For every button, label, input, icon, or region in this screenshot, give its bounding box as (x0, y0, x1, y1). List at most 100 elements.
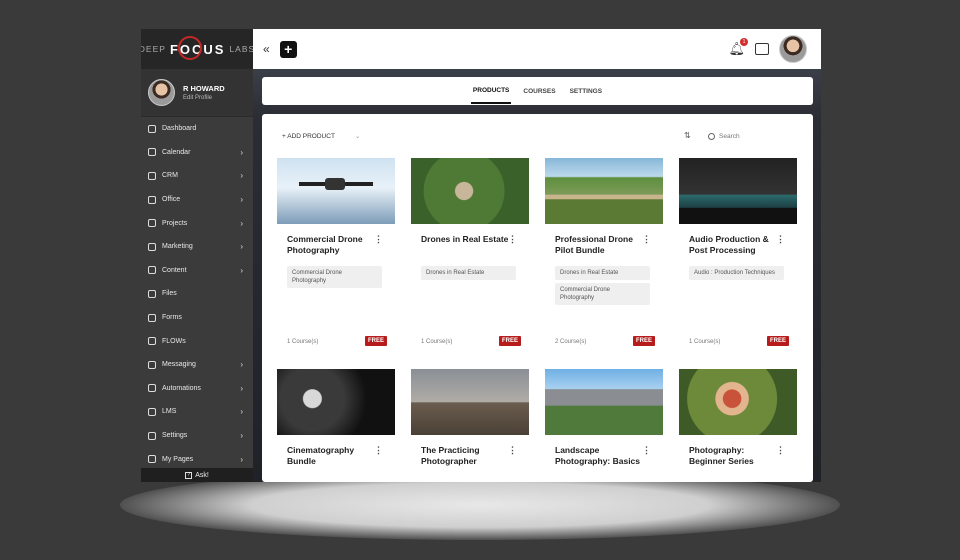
product-card[interactable]: The Practicing Photographer ⋮ (411, 369, 529, 482)
more-options-icon[interactable]: ⋮ (642, 234, 651, 245)
chevron-right-icon: › (240, 383, 243, 393)
sidebar-item-dashboard[interactable]: Dashboard (141, 117, 253, 141)
product-card[interactable]: Photography: Beginner Series ⋮ (679, 369, 797, 482)
collapse-sidebar-button[interactable]: « (263, 42, 270, 56)
marketing-icon (148, 242, 156, 251)
course-tag: Audio : Production Techniques (689, 266, 784, 280)
forms-icon (148, 313, 156, 322)
tab-products[interactable]: PRODUCTS (470, 79, 512, 104)
topbar-actions: 🔔︎ 1 (728, 35, 807, 63)
product-title[interactable]: Cinematography Bundle (287, 445, 375, 467)
sidebar-item-calendar[interactable]: Calendar › (141, 141, 253, 165)
sidebar-item-automations[interactable]: Automations › (141, 377, 253, 401)
sidebar-item-content[interactable]: Content › (141, 259, 253, 283)
sidebar-item-flows[interactable]: FLOWs (141, 329, 253, 353)
product-thumbnail[interactable] (411, 369, 529, 435)
focus-ring-icon (177, 35, 202, 60)
sidebar-item-files[interactable]: Files (141, 282, 253, 306)
search-icon (708, 132, 715, 140)
brand-deep: DEEP (141, 44, 166, 54)
tab-settings[interactable]: SETTINGS (568, 80, 605, 103)
sidebar-nav: Dashboard Calendar › CRM › Office › Project… (141, 117, 253, 471)
top-avatar[interactable] (779, 35, 807, 63)
product-thumbnail[interactable] (545, 369, 663, 435)
search-input[interactable] (719, 132, 789, 140)
product-title[interactable]: Audio Production & Post Processing (689, 234, 777, 256)
product-title[interactable]: Professional Drone Pilot Bundle (555, 234, 643, 256)
chevron-right-icon: › (240, 407, 243, 417)
chevron-right-icon: › (240, 360, 243, 370)
product-card[interactable]: Drones in Real Estate ⋮ Drones in Real E… (411, 158, 529, 358)
sidebar-item-office[interactable]: Office › (141, 188, 253, 212)
more-options-icon[interactable]: ⋮ (374, 445, 383, 456)
search-box (708, 128, 798, 144)
price-badge: FREE (766, 336, 789, 346)
chat-icon[interactable] (755, 43, 769, 55)
product-card[interactable]: Professional Drone Pilot Bundle ⋮ Drones… (545, 158, 663, 358)
add-product-button[interactable]: + ADD PRODUCT ⌄ (282, 132, 360, 140)
more-options-icon[interactable]: ⋮ (508, 234, 517, 245)
course-count: 1 Course(s) (421, 339, 453, 345)
course-tag: Drones in Real Estate (421, 266, 516, 280)
notification-badge: 1 (740, 38, 748, 46)
ask-button[interactable]: ? Ask! (141, 468, 253, 482)
more-options-icon[interactable]: ⋮ (776, 445, 785, 456)
brand-labs: LABS (229, 44, 256, 54)
sidebar-item-crm[interactable]: CRM › (141, 164, 253, 188)
more-options-icon[interactable]: ⋮ (508, 445, 517, 456)
product-thumbnail[interactable] (545, 158, 663, 224)
product-title[interactable]: Landscape Photography: Basics (555, 445, 643, 467)
lms-icon (148, 407, 156, 416)
product-title[interactable]: Drones in Real Estate (421, 234, 509, 245)
sidebar-item-messaging[interactable]: Messaging › (141, 353, 253, 377)
more-options-icon[interactable]: ⋮ (776, 234, 785, 245)
course-tag: Commercial Drone Photography (555, 283, 650, 305)
brand-logo[interactable]: DEEP FOCUS LABS (141, 29, 256, 69)
course-tag: Commercial Drone Photography (287, 266, 382, 288)
user-profile[interactable]: R HOWARD Edit Profile (141, 69, 253, 117)
product-card[interactable]: Landscape Photography: Basics ⋮ (545, 369, 663, 482)
sidebar-item-marketing[interactable]: Marketing › (141, 235, 253, 259)
projects-icon (148, 219, 156, 228)
automations-icon (148, 384, 156, 393)
tab-courses[interactable]: COURSES (521, 80, 557, 103)
avatar[interactable] (148, 79, 175, 106)
tab-bar: PRODUCTS COURSES SETTINGS (262, 77, 813, 105)
edit-profile-link[interactable]: Edit Profile (183, 95, 225, 101)
course-count: 2 Course(s) (555, 339, 587, 345)
top-bar: « + 🔔︎ 1 (253, 29, 821, 69)
product-thumbnail[interactable] (277, 158, 395, 224)
files-icon (148, 289, 156, 298)
product-card[interactable]: Commercial Drone Photography ⋮ Commercia… (277, 158, 395, 358)
chevron-right-icon: › (240, 454, 243, 464)
chevron-right-icon: › (240, 218, 243, 228)
pages-icon (148, 455, 156, 464)
sidebar-item-projects[interactable]: Projects › (141, 211, 253, 235)
product-card[interactable]: Cinematography Bundle ⋮ (277, 369, 395, 482)
sort-icon[interactable]: ⇅ (684, 131, 691, 140)
sidebar-item-lms[interactable]: LMS › (141, 400, 253, 424)
add-new-button[interactable]: + (279, 40, 297, 58)
product-thumbnail[interactable] (679, 369, 797, 435)
product-card[interactable]: Audio Production & Post Processing ⋮ Aud… (679, 158, 797, 358)
product-title[interactable]: Photography: Beginner Series (689, 445, 777, 467)
product-thumbnail[interactable] (277, 369, 395, 435)
course-count: 1 Course(s) (287, 339, 319, 345)
sidebar-item-settings[interactable]: Settings › (141, 424, 253, 448)
more-options-icon[interactable]: ⋮ (374, 234, 383, 245)
product-thumbnail[interactable] (411, 158, 529, 224)
more-options-icon[interactable]: ⋮ (642, 445, 651, 456)
app-window: DEEP FOCUS LABS R HOWARD Edit Profile Da… (141, 29, 821, 482)
sidebar-item-forms[interactable]: Forms (141, 306, 253, 330)
question-icon: ? (185, 471, 193, 479)
notifications-button[interactable]: 🔔︎ 1 (728, 38, 748, 57)
messaging-icon (148, 360, 156, 369)
chevron-right-icon: › (240, 147, 243, 157)
chevron-down-icon: ⌄ (354, 133, 361, 140)
product-title[interactable]: The Practicing Photographer (421, 445, 509, 467)
products-toolbar: + ADD PRODUCT ⌄ ⇅ (262, 114, 813, 158)
products-panel: + ADD PRODUCT⌄ ⇅ Commercial Drone Photog… (262, 114, 813, 482)
product-thumbnail[interactable] (679, 158, 797, 224)
product-title[interactable]: Commercial Drone Photography (287, 234, 375, 256)
chevron-right-icon: › (240, 431, 243, 441)
